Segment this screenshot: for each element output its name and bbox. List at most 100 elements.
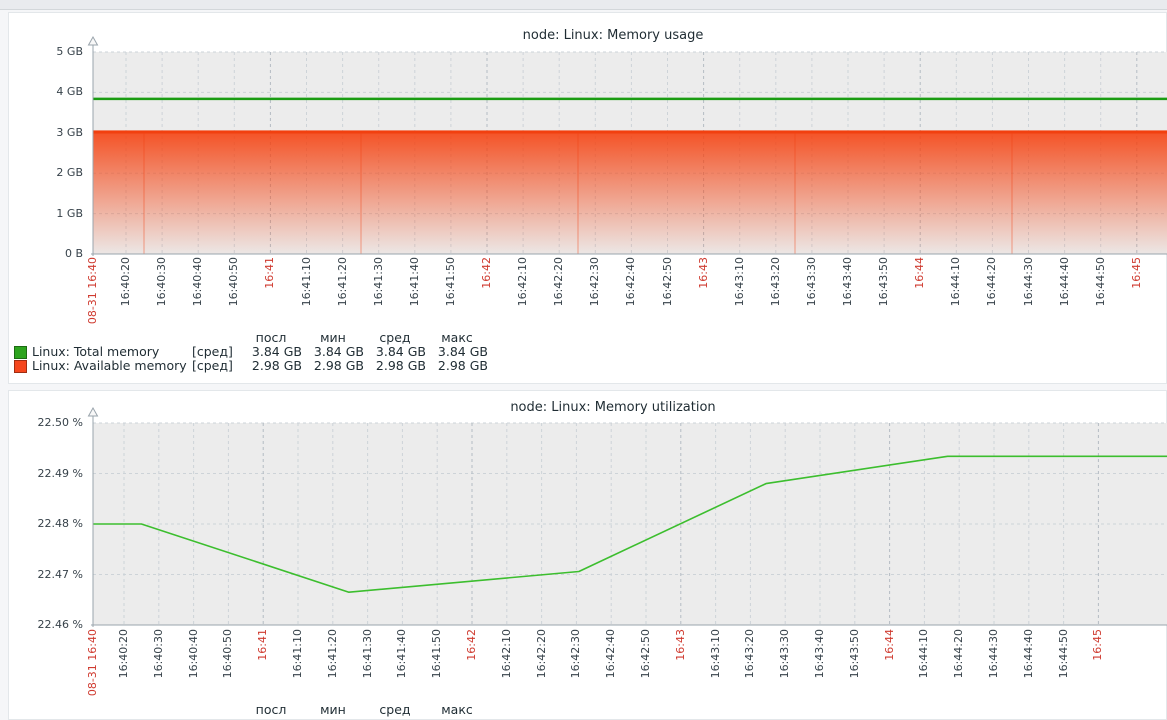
x-tick-label: 16:43 [674,629,687,661]
x-tick-label: 16:43:10 [709,629,722,678]
x-tick-label: 16:41:40 [395,629,408,678]
x-tick-label: 16:40:30 [152,629,165,678]
legend-stat-value: 3.84 GB [426,345,488,359]
x-tick-label: 16:44:50 [1057,629,1070,678]
y-tick-label: 1 GB [11,207,83,220]
top-bar [0,0,1167,10]
x-tick-label: 16:43:30 [778,629,791,678]
legend-color-swatch [14,346,27,359]
legend-series-label: Linux: Total memory [32,345,190,359]
x-tick-label: 16:41:50 [430,629,443,678]
legend-memory-utilization: послминсредмакс [14,703,488,717]
x-tick-label: 16:42:20 [552,257,565,306]
x-tick-label: 16:44:40 [1058,257,1071,306]
legend-spacer [32,703,190,717]
legend-swatch-cell [14,345,32,359]
x-tick-label: 16:41:10 [291,629,304,678]
legend-stat-value: 3.84 GB [364,345,426,359]
x-tick-label: 16:43:50 [877,257,890,306]
x-tick-label: 16:41 [263,257,276,289]
legend-header: макс [426,331,488,345]
y-tick-label: 3 GB [11,126,83,139]
x-tick-label: 16:40:40 [191,257,204,306]
legend-aggregation: [сред] [190,359,240,373]
legend-stat-value: 3.84 GB [302,345,364,359]
y-tick-label: 22.49 % [11,467,83,480]
legend-stat-value: 2.98 GB [426,359,488,373]
x-tick-label: 16:40:30 [155,257,168,306]
x-tick-label: 16:41:20 [336,257,349,306]
legend-spacer [14,331,32,345]
legend-header: мин [302,703,364,717]
y-tick-label: 0 B [11,247,83,260]
x-tick-label: 16:40:20 [119,257,132,306]
legend-header: сред [364,703,426,717]
y-tick-label: 4 GB [11,85,83,98]
x-tick-label: 16:41:50 [444,257,457,306]
legend-spacer [190,331,240,345]
x-tick-label: 16:44:40 [1022,629,1035,678]
y-tick-label: 22.47 % [11,568,83,581]
legend-spacer [190,703,240,717]
x-tick-label: 16:42 [465,629,478,661]
x-tick-label: 08-31 16:40 [86,257,99,324]
x-tick-label: 16:42:30 [569,629,582,678]
legend-header: макс [426,703,488,717]
legend-spacer [14,703,32,717]
x-tick-label: 16:42:30 [588,257,601,306]
legend-stat-value: 2.98 GB [302,359,364,373]
legend-swatch-cell [14,359,32,373]
x-tick-label: 16:44:10 [917,629,930,678]
legend-header: посл [240,703,302,717]
x-tick-label: 16:43:20 [743,629,756,678]
x-tick-label: 16:44:20 [952,629,965,678]
x-tick-label: 16:43 [697,257,710,289]
x-tick-label: 16:41:40 [408,257,421,306]
x-tick-label: 16:44:10 [949,257,962,306]
x-tick-label: 16:43:50 [848,629,861,678]
x-tick-label: 16:43:20 [769,257,782,306]
x-tick-label: 16:43:30 [805,257,818,306]
x-tick-label: 16:44:30 [987,629,1000,678]
x-tick-label: 16:43:10 [733,257,746,306]
x-tick-label: 16:41 [256,629,269,661]
legend-aggregation: [сред] [190,345,240,359]
x-tick-label: 16:44:20 [985,257,998,306]
legend-header: сред [364,331,426,345]
x-tick-label: 16:45 [1130,257,1143,289]
y-tick-label: 22.48 % [11,517,83,530]
legend-color-swatch [14,360,27,373]
memory-usage-plot-area[interactable] [9,13,1167,260]
y-tick-label: 2 GB [11,166,83,179]
x-tick-label: 16:41:30 [361,629,374,678]
x-tick-label: 16:42:50 [661,257,674,306]
x-tick-label: 16:41:30 [372,257,385,306]
memory-utilization-plot-area[interactable] [9,391,1167,631]
y-tick-label: 22.50 % [11,416,83,429]
x-tick-label: 16:43:40 [813,629,826,678]
x-tick-label: 16:42:10 [516,257,529,306]
x-tick-label: 16:44 [883,629,896,661]
x-tick-label: 16:42:20 [535,629,548,678]
legend-series-label: Linux: Available memory [32,359,190,373]
y-tick-label: 22.46 % [11,618,83,631]
x-tick-label: 16:40:40 [187,629,200,678]
x-tick-label: 16:44:50 [1094,257,1107,306]
legend-spacer [32,331,190,345]
x-tick-label: 16:42:50 [639,629,652,678]
x-tick-label: 16:40:50 [227,257,240,306]
x-tick-label: 16:42:10 [500,629,513,678]
x-tick-label: 16:43:40 [841,257,854,306]
x-tick-label: 16:42:40 [624,257,637,306]
x-tick-label: 08-31 16:40 [86,629,99,696]
legend-header: посл [240,331,302,345]
legend-stat-value: 3.84 GB [240,345,302,359]
legend-stat-value: 2.98 GB [364,359,426,373]
legend-memory-usage: послминсредмаксLinux: Total memory[сред]… [14,331,488,373]
x-tick-label: 16:41:10 [300,257,313,306]
x-tick-label: 16:42:40 [604,629,617,678]
memory-utilization-panel: node: Linux: Memory utilization 22.50 %2… [8,390,1167,720]
x-tick-label: 16:44:30 [1022,257,1035,306]
x-tick-label: 16:44 [913,257,926,289]
legend-stat-value: 2.98 GB [240,359,302,373]
